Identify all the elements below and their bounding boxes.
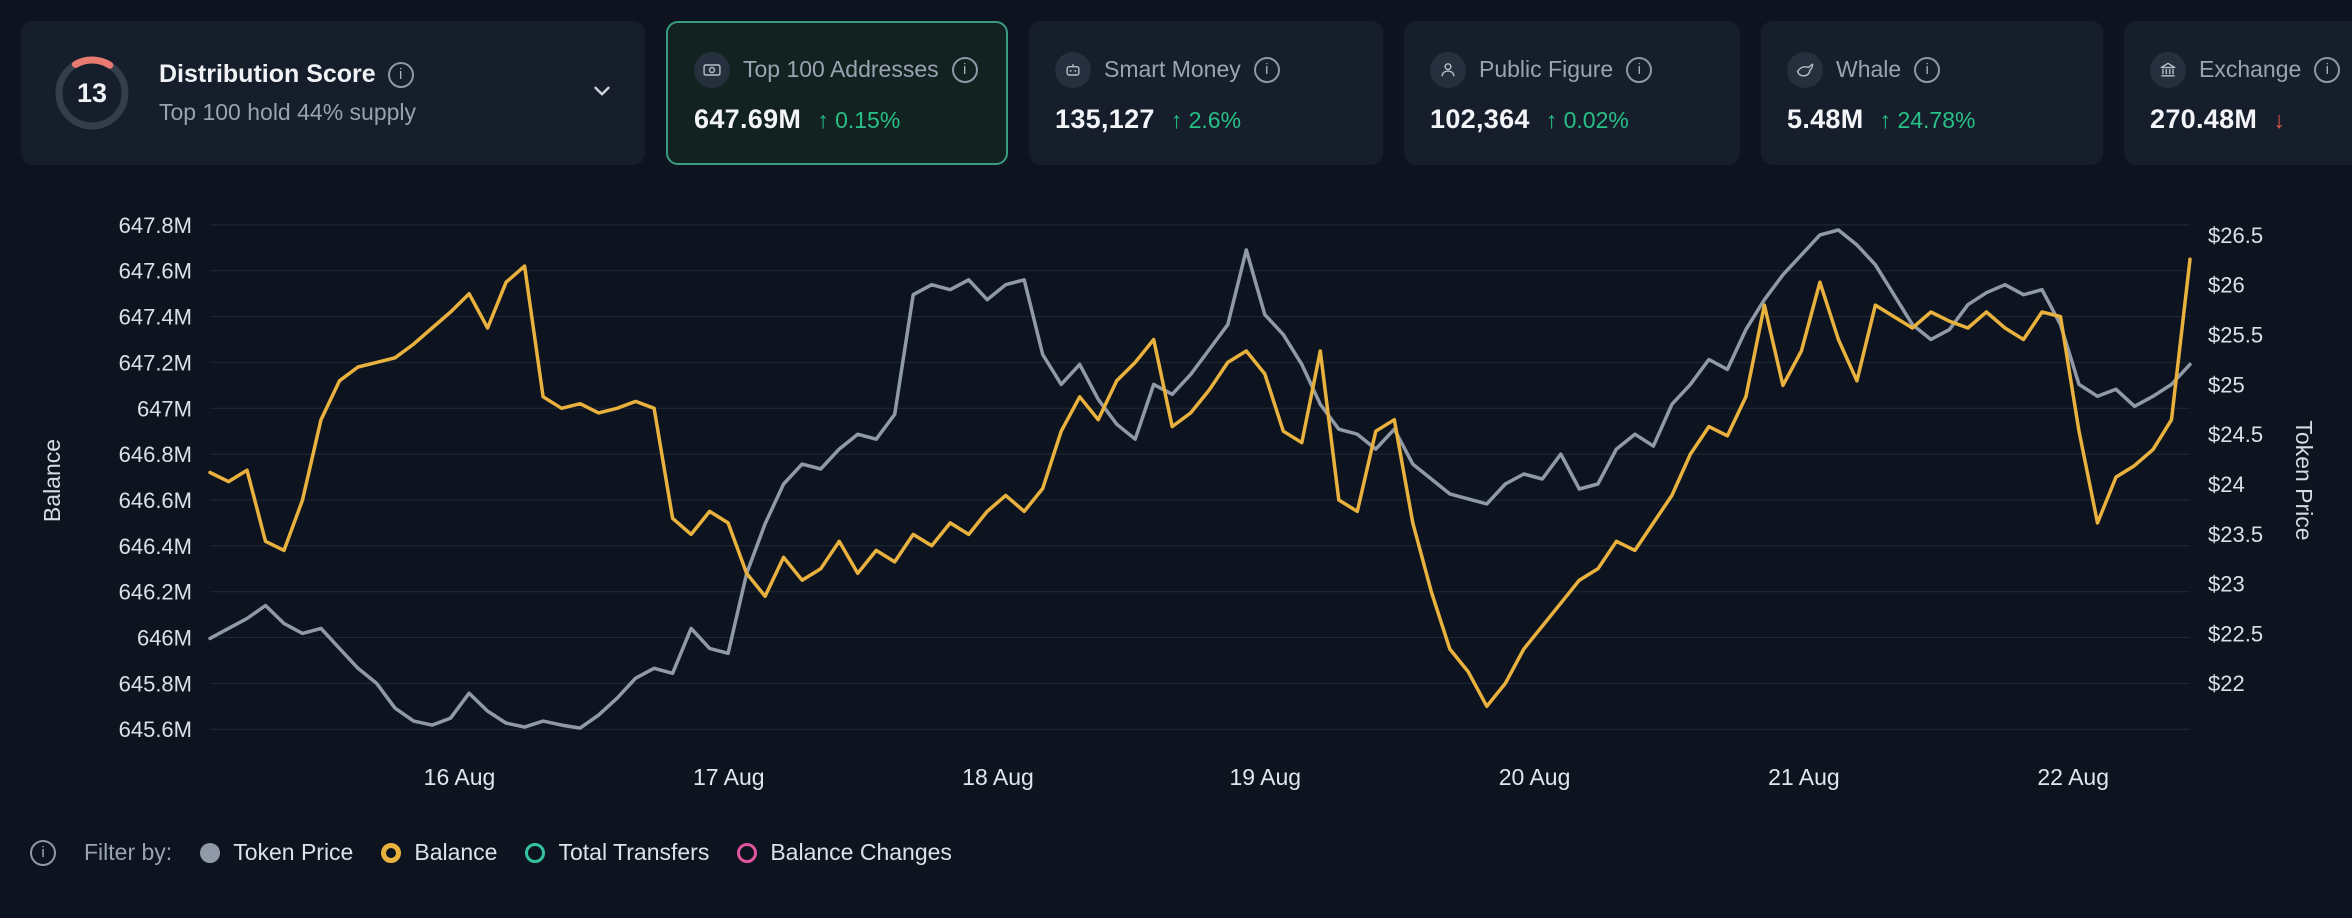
svg-text:20 Aug: 20 Aug bbox=[1499, 764, 1571, 790]
distribution-score-subtitle: Top 100 hold 44% supply bbox=[159, 99, 563, 126]
filter-by-label: Filter by: bbox=[84, 839, 172, 866]
svg-text:646.2M: 646.2M bbox=[119, 580, 192, 605]
svg-text:646.8M: 646.8M bbox=[119, 442, 192, 467]
svg-text:647.4M: 647.4M bbox=[119, 305, 192, 330]
person-icon bbox=[1430, 52, 1466, 88]
svg-text:$26: $26 bbox=[2208, 273, 2245, 298]
stat-card-top-100-addresses[interactable]: Top 100 Addresses i 647.69M ↑ 0.15% bbox=[666, 21, 1008, 165]
legend-token-price[interactable]: Token Price bbox=[200, 839, 353, 866]
info-icon[interactable]: i bbox=[2314, 57, 2340, 83]
distribution-score-title: Distribution Score bbox=[159, 60, 376, 89]
legend-label: Balance Changes bbox=[770, 839, 952, 866]
info-icon[interactable]: i bbox=[388, 62, 414, 88]
info-icon[interactable]: i bbox=[1626, 57, 1652, 83]
line-chart-canvas[interactable]: 647.8M 647.6M 647.4M 647.2M 647M 646.8M 646.6M… bbox=[0, 173, 2352, 833]
svg-text:$23: $23 bbox=[2208, 572, 2245, 597]
svg-text:645.6M: 645.6M bbox=[119, 717, 192, 742]
stat-value: 102,364 bbox=[1430, 104, 1530, 135]
stat-label: Top 100 Addresses bbox=[743, 56, 939, 83]
arrow-up-icon: ↑ bbox=[1880, 107, 1892, 133]
balance-changes-marker-icon bbox=[737, 843, 757, 863]
stat-label: Whale bbox=[1836, 56, 1901, 83]
svg-text:647.2M: 647.2M bbox=[119, 350, 192, 375]
legend-balance-changes[interactable]: Balance Changes bbox=[737, 839, 952, 866]
svg-text:22 Aug: 22 Aug bbox=[2037, 764, 2109, 790]
svg-text:$26.5: $26.5 bbox=[2208, 223, 2263, 248]
distribution-score-card[interactable]: 13 Distribution Score i Top 100 hold 44%… bbox=[21, 21, 645, 165]
svg-text:18 Aug: 18 Aug bbox=[962, 764, 1034, 790]
bank-icon bbox=[2150, 52, 2186, 88]
stat-change-value: 0.02% bbox=[1564, 107, 1629, 133]
info-icon[interactable]: i bbox=[30, 840, 56, 866]
stat-change-value: 24.78% bbox=[1897, 107, 1975, 133]
stat-change: ↓ bbox=[2273, 107, 2285, 134]
stat-value: 270.48M bbox=[2150, 104, 2257, 135]
svg-text:19 Aug: 19 Aug bbox=[1229, 764, 1301, 790]
arrow-up-icon: ↑ bbox=[1171, 107, 1183, 133]
svg-text:17 Aug: 17 Aug bbox=[693, 764, 765, 790]
arrow-up-icon: ↑ bbox=[1546, 107, 1558, 133]
stat-card-public-figure[interactable]: Public Figure i 102,364 ↑ 0.02% bbox=[1404, 21, 1740, 165]
svg-text:$22.5: $22.5 bbox=[2208, 621, 2263, 646]
svg-text:$22: $22 bbox=[2208, 671, 2245, 696]
distribution-score-text: Distribution Score i Top 100 hold 44% su… bbox=[159, 60, 563, 126]
svg-text:$24: $24 bbox=[2208, 472, 2245, 497]
banknote-icon bbox=[694, 52, 730, 88]
info-icon[interactable]: i bbox=[952, 57, 978, 83]
whale-icon bbox=[1787, 52, 1823, 88]
stat-value: 135,127 bbox=[1055, 104, 1155, 135]
stats-cards-row: 13 Distribution Score i Top 100 hold 44%… bbox=[0, 0, 2352, 165]
robot-icon bbox=[1055, 52, 1091, 88]
arrow-up-icon: ↑ bbox=[817, 107, 829, 133]
stat-change-value: 2.6% bbox=[1189, 107, 1241, 133]
svg-text:Token Price: Token Price bbox=[2291, 420, 2317, 540]
filter-bar: i Filter by: Token Price Balance Total T… bbox=[0, 833, 2352, 866]
stat-change: ↑ 0.02% bbox=[1546, 107, 1629, 134]
stat-change: ↑ 24.78% bbox=[1880, 107, 1976, 134]
stat-card-whale[interactable]: Whale i 5.48M ↑ 24.78% bbox=[1761, 21, 2103, 165]
stat-card-exchange[interactable]: Exchange i 270.48M ↓ bbox=[2124, 21, 2352, 165]
info-icon[interactable]: i bbox=[1254, 57, 1280, 83]
svg-text:$24.5: $24.5 bbox=[2208, 422, 2263, 447]
total-transfers-marker-icon bbox=[525, 843, 545, 863]
balance-price-chart[interactable]: 647.8M 647.6M 647.4M 647.2M 647M 646.8M 646.6M… bbox=[0, 173, 2352, 833]
stat-card-smart-money[interactable]: Smart Money i 135,127 ↑ 2.6% bbox=[1029, 21, 1383, 165]
stat-label: Exchange bbox=[2199, 56, 2301, 83]
arrow-down-icon: ↓ bbox=[2273, 107, 2285, 133]
stat-change: ↑ 0.15% bbox=[817, 107, 900, 134]
svg-text:646M: 646M bbox=[137, 626, 192, 651]
distribution-score-value: 13 bbox=[51, 52, 133, 134]
svg-text:$25.5: $25.5 bbox=[2208, 323, 2263, 348]
svg-text:645.8M: 645.8M bbox=[119, 671, 192, 696]
stat-change: ↑ 2.6% bbox=[1171, 107, 1241, 134]
svg-text:646.6M: 646.6M bbox=[119, 488, 192, 513]
stat-value: 5.48M bbox=[1787, 104, 1864, 135]
svg-text:16 Aug: 16 Aug bbox=[424, 764, 496, 790]
legend-label: Token Price bbox=[233, 839, 353, 866]
distribution-score-gauge: 13 bbox=[51, 52, 133, 134]
svg-text:647M: 647M bbox=[137, 396, 192, 421]
svg-text:$25: $25 bbox=[2208, 372, 2245, 397]
token-price-marker-icon bbox=[200, 843, 220, 863]
svg-text:$23.5: $23.5 bbox=[2208, 522, 2263, 547]
legend-label: Balance bbox=[414, 839, 497, 866]
info-icon[interactable]: i bbox=[1914, 57, 1940, 83]
stat-change-value: 0.15% bbox=[835, 107, 900, 133]
legend-label: Total Transfers bbox=[558, 839, 709, 866]
svg-text:647.8M: 647.8M bbox=[119, 213, 192, 238]
balance-marker-icon bbox=[381, 843, 401, 863]
stat-value: 647.69M bbox=[694, 104, 801, 135]
legend-total-transfers[interactable]: Total Transfers bbox=[525, 839, 709, 866]
stat-label: Smart Money bbox=[1104, 56, 1241, 83]
stat-label: Public Figure bbox=[1479, 56, 1613, 83]
svg-text:Balance: Balance bbox=[39, 439, 65, 522]
legend-balance[interactable]: Balance bbox=[381, 839, 497, 866]
svg-text:21 Aug: 21 Aug bbox=[1768, 764, 1840, 790]
svg-text:647.6M: 647.6M bbox=[119, 259, 192, 284]
svg-text:646.4M: 646.4M bbox=[119, 534, 192, 559]
chevron-down-icon[interactable] bbox=[589, 78, 615, 109]
